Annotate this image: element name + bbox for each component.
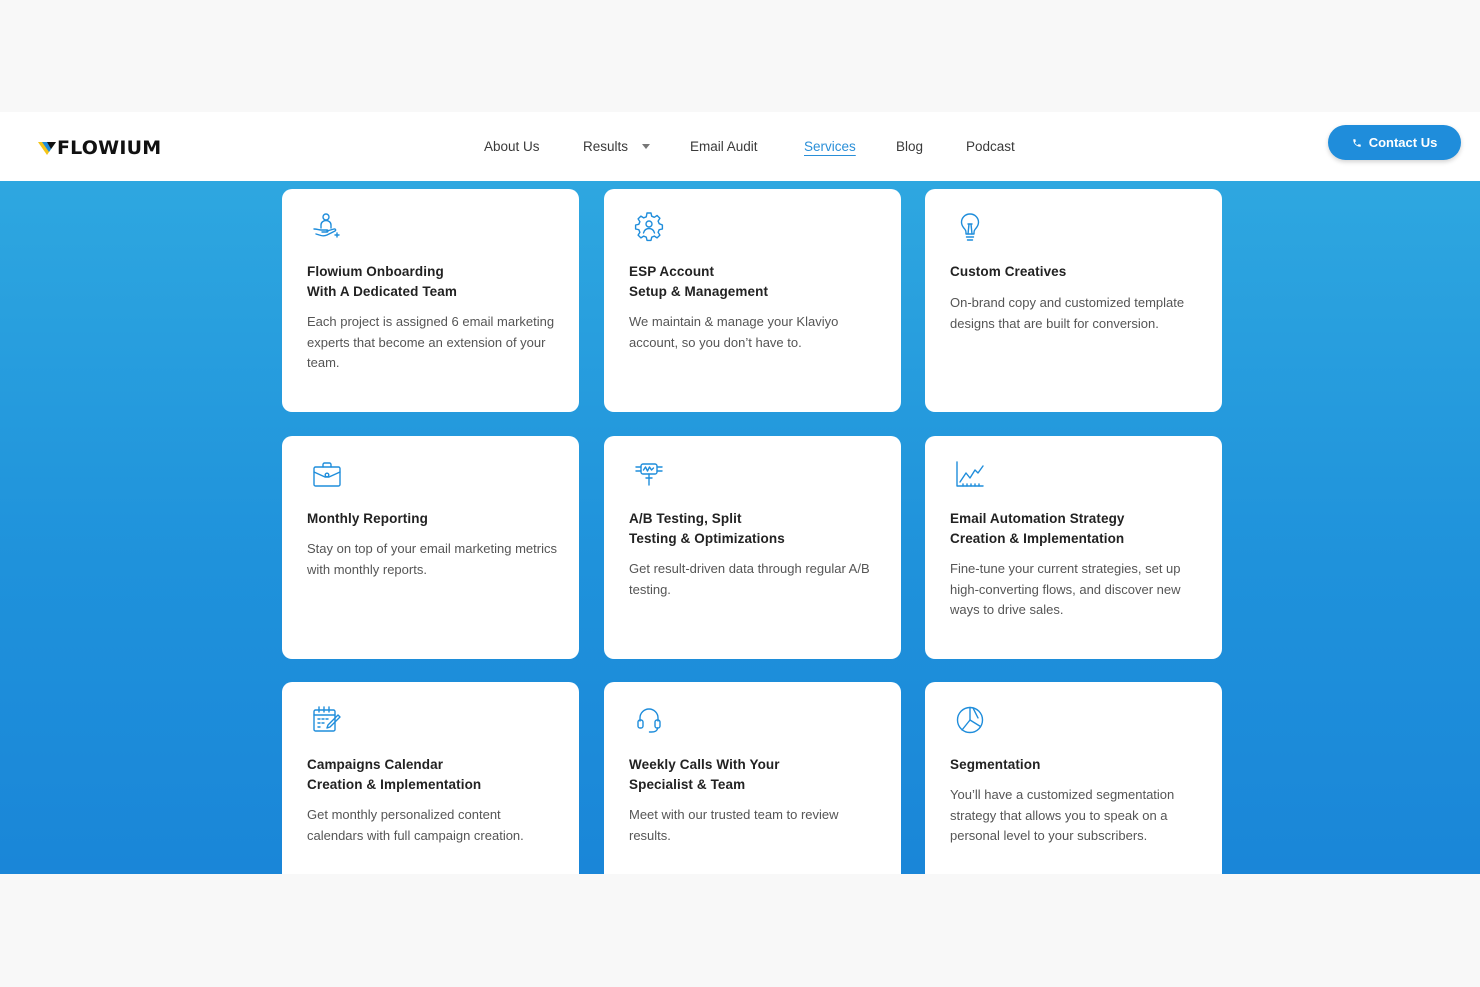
contact-us-label: Contact Us	[1368, 135, 1438, 150]
nav-about-us[interactable]: About Us	[484, 137, 540, 157]
service-card-segmentation: Segmentation You’ll have a customized se…	[925, 682, 1222, 874]
service-card-monthly-reporting: Monthly Reporting Stay on top of your em…	[282, 436, 579, 659]
service-description: Stay on top of your email marketing metr…	[307, 541, 557, 577]
nav-services[interactable]: Services	[804, 137, 856, 157]
service-description: Fine-tune your current strategies, set u…	[950, 561, 1181, 618]
briefcase-icon	[313, 462, 341, 487]
lightbulb-icon	[960, 213, 980, 241]
nav-results[interactable]: Results	[583, 137, 628, 157]
chevron-down-icon[interactable]	[642, 144, 650, 149]
service-title: A/B Testing, Split Testing & Optimization…	[629, 511, 785, 546]
service-card-ab-testing: A/B Testing, Split Testing & Optimization…	[604, 436, 901, 659]
services-section: Flowium Onboarding With A Dedicated Team …	[0, 181, 1480, 874]
line-chart-icon	[956, 461, 984, 487]
service-title: Campaigns Calendar Creation & Implementat…	[307, 757, 482, 792]
service-title: ESP Account Setup & Management	[629, 264, 769, 299]
service-description: Get result-driven data through regular A…	[629, 561, 870, 597]
headset-icon	[637, 708, 661, 733]
service-title: Flowium Onboarding With A Dedicated Team	[307, 264, 457, 299]
service-title: Weekly Calls With Your Specialist & Team	[629, 757, 780, 792]
service-card-custom-creatives: Custom Creatives On-brand copy and custo…	[925, 189, 1222, 412]
phone-icon	[1352, 138, 1361, 147]
gear-person-icon	[634, 212, 664, 242]
contact-us-button[interactable]: Contact Us	[1328, 125, 1461, 160]
service-card-weekly-calls: Weekly Calls With Your Specialist & Team …	[604, 682, 901, 874]
browser-viewport: FLOWIUM About Us Results Email Audit Ser…	[0, 112, 1480, 874]
service-description: You’ll have a customized segmentation st…	[950, 787, 1175, 844]
service-card-campaigns-calendar: Campaigns Calendar Creation & Implementat…	[282, 682, 579, 874]
service-title: Email Automation Strategy Creation & Impl…	[950, 511, 1125, 546]
site-header: FLOWIUM About Us Results Email Audit Ser…	[0, 112, 1480, 181]
service-description: On-brand copy and customized template de…	[950, 295, 1185, 331]
nav-blog[interactable]: Blog	[896, 137, 923, 157]
service-title: Custom Creatives	[950, 264, 1067, 279]
service-card-onboarding: Flowium Onboarding With A Dedicated Team …	[282, 189, 579, 412]
service-card-email-automation: Email Automation Strategy Creation & Impl…	[925, 436, 1222, 659]
service-description: Get monthly personalized content calenda…	[307, 807, 524, 843]
service-description: We maintain & manage your Klaviyo accoun…	[629, 314, 839, 350]
service-title: Monthly Reporting	[307, 511, 428, 526]
service-card-esp-account: ESP Account Setup & Management We maintai…	[604, 189, 901, 412]
calendar-edit-icon	[313, 706, 341, 732]
main-nav: About Us Results Email Audit Services Bl…	[0, 112, 1480, 181]
ab-testing-icon	[635, 463, 663, 486]
pie-chart-icon	[956, 706, 984, 734]
nav-podcast[interactable]: Podcast	[966, 137, 1015, 157]
hand-person-icon	[313, 213, 340, 238]
service-description: Each project is assigned 6 email marketi…	[307, 314, 555, 371]
nav-email-audit[interactable]: Email Audit	[690, 137, 758, 157]
service-description: Meet with our trusted team to review res…	[629, 807, 839, 843]
service-title: Segmentation	[950, 757, 1041, 772]
